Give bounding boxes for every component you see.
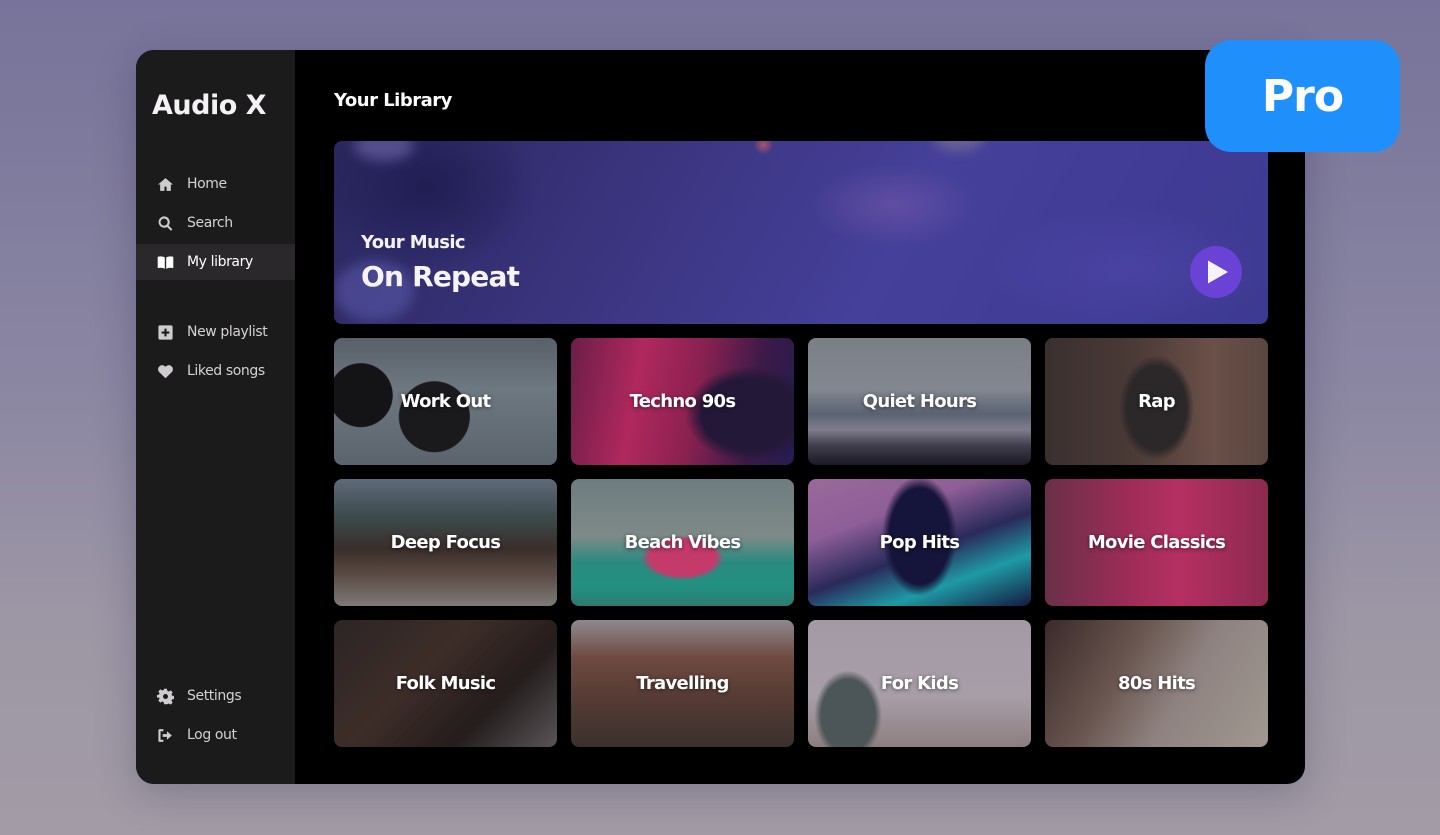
play-button[interactable] [1190, 246, 1242, 298]
playlist-card-beach-vibes[interactable]: Beach Vibes [571, 479, 794, 606]
hero-decoration [934, 141, 984, 151]
playlist-card-deep-focus[interactable]: Deep Focus [334, 479, 557, 606]
sidebar-item-label: My library [187, 254, 253, 270]
playlist-card-label: Movie Classics [1087, 532, 1226, 553]
playlist-card-movie-classics[interactable]: Movie Classics [1045, 479, 1268, 606]
playlist-card-label: Techno 90s [629, 391, 736, 412]
playlist-card-label: 80s Hits [1118, 673, 1196, 694]
hero-decoration [354, 141, 414, 161]
hero-title: On Repeat [361, 260, 520, 293]
sidebar-item-search[interactable]: Search [136, 205, 295, 241]
sidebar-item-label: Liked songs [187, 363, 265, 379]
account-nav: Settings Log out [136, 678, 295, 753]
book-icon [157, 254, 174, 271]
playlist-card-work-out[interactable]: Work Out [334, 338, 557, 465]
playlist-card-quiet-hours[interactable]: Quiet Hours [808, 338, 1031, 465]
sidebar-item-label: Log out [187, 727, 237, 743]
playlist-card-80s-hits[interactable]: 80s Hits [1045, 620, 1268, 747]
playlist-card-label: For Kids [880, 673, 959, 694]
playlist-card-label: Travelling [636, 673, 729, 694]
hero-subtitle: Your Music [361, 232, 466, 253]
sidebar-item-my-library[interactable]: My library [136, 244, 295, 280]
sidebar-item-settings[interactable]: Settings [136, 678, 295, 714]
playlist-card-techno-90s[interactable]: Techno 90s [571, 338, 794, 465]
playlist-card-label: Work Out [400, 391, 492, 412]
gear-icon [157, 688, 174, 705]
playlist-card-pop-hits[interactable]: Pop Hits [808, 479, 1031, 606]
play-icon [1208, 260, 1228, 284]
heart-icon [157, 363, 174, 380]
playlist-nav: New playlist Liked songs [136, 314, 295, 389]
search-icon [157, 215, 174, 232]
playlist-card-travelling[interactable]: Travelling [571, 620, 794, 747]
main-nav: Home Search My library [136, 166, 295, 280]
playlist-grid: Work Out Techno 90s Quiet Hours Rap Deep… [334, 338, 1268, 747]
playlist-card-rap[interactable]: Rap [1045, 338, 1268, 465]
app-window: Audio X Home Search My library New playl… [136, 50, 1305, 784]
main-content: Your Library Your Music On Repeat Work O… [295, 50, 1305, 784]
sidebar-item-label: New playlist [187, 324, 268, 340]
home-icon [157, 176, 174, 193]
playlist-card-folk-music[interactable]: Folk Music [334, 620, 557, 747]
hero-banner[interactable]: Your Music On Repeat [334, 141, 1268, 324]
playlist-card-label: Quiet Hours [862, 391, 977, 412]
logout-icon [157, 727, 174, 744]
page-title: Your Library [334, 90, 452, 111]
sidebar-item-label: Settings [187, 688, 242, 704]
sidebar-item-log-out[interactable]: Log out [136, 717, 295, 753]
sidebar-item-home[interactable]: Home [136, 166, 295, 202]
plus-square-icon [157, 324, 174, 341]
sidebar: Audio X Home Search My library New playl… [136, 50, 295, 784]
sidebar-item-label: Search [187, 215, 233, 231]
playlist-card-label: Beach Vibes [624, 532, 741, 553]
playlist-card-for-kids[interactable]: For Kids [808, 620, 1031, 747]
pro-badge[interactable]: Pro [1205, 40, 1400, 152]
sidebar-item-new-playlist[interactable]: New playlist [136, 314, 295, 350]
sidebar-item-liked-songs[interactable]: Liked songs [136, 353, 295, 389]
playlist-card-label: Folk Music [395, 673, 496, 694]
sidebar-item-label: Home [187, 176, 227, 192]
playlist-card-label: Pop Hits [879, 532, 960, 553]
app-logo: Audio X [152, 90, 266, 121]
playlist-card-label: Rap [1138, 391, 1175, 412]
playlist-card-label: Deep Focus [390, 532, 501, 553]
